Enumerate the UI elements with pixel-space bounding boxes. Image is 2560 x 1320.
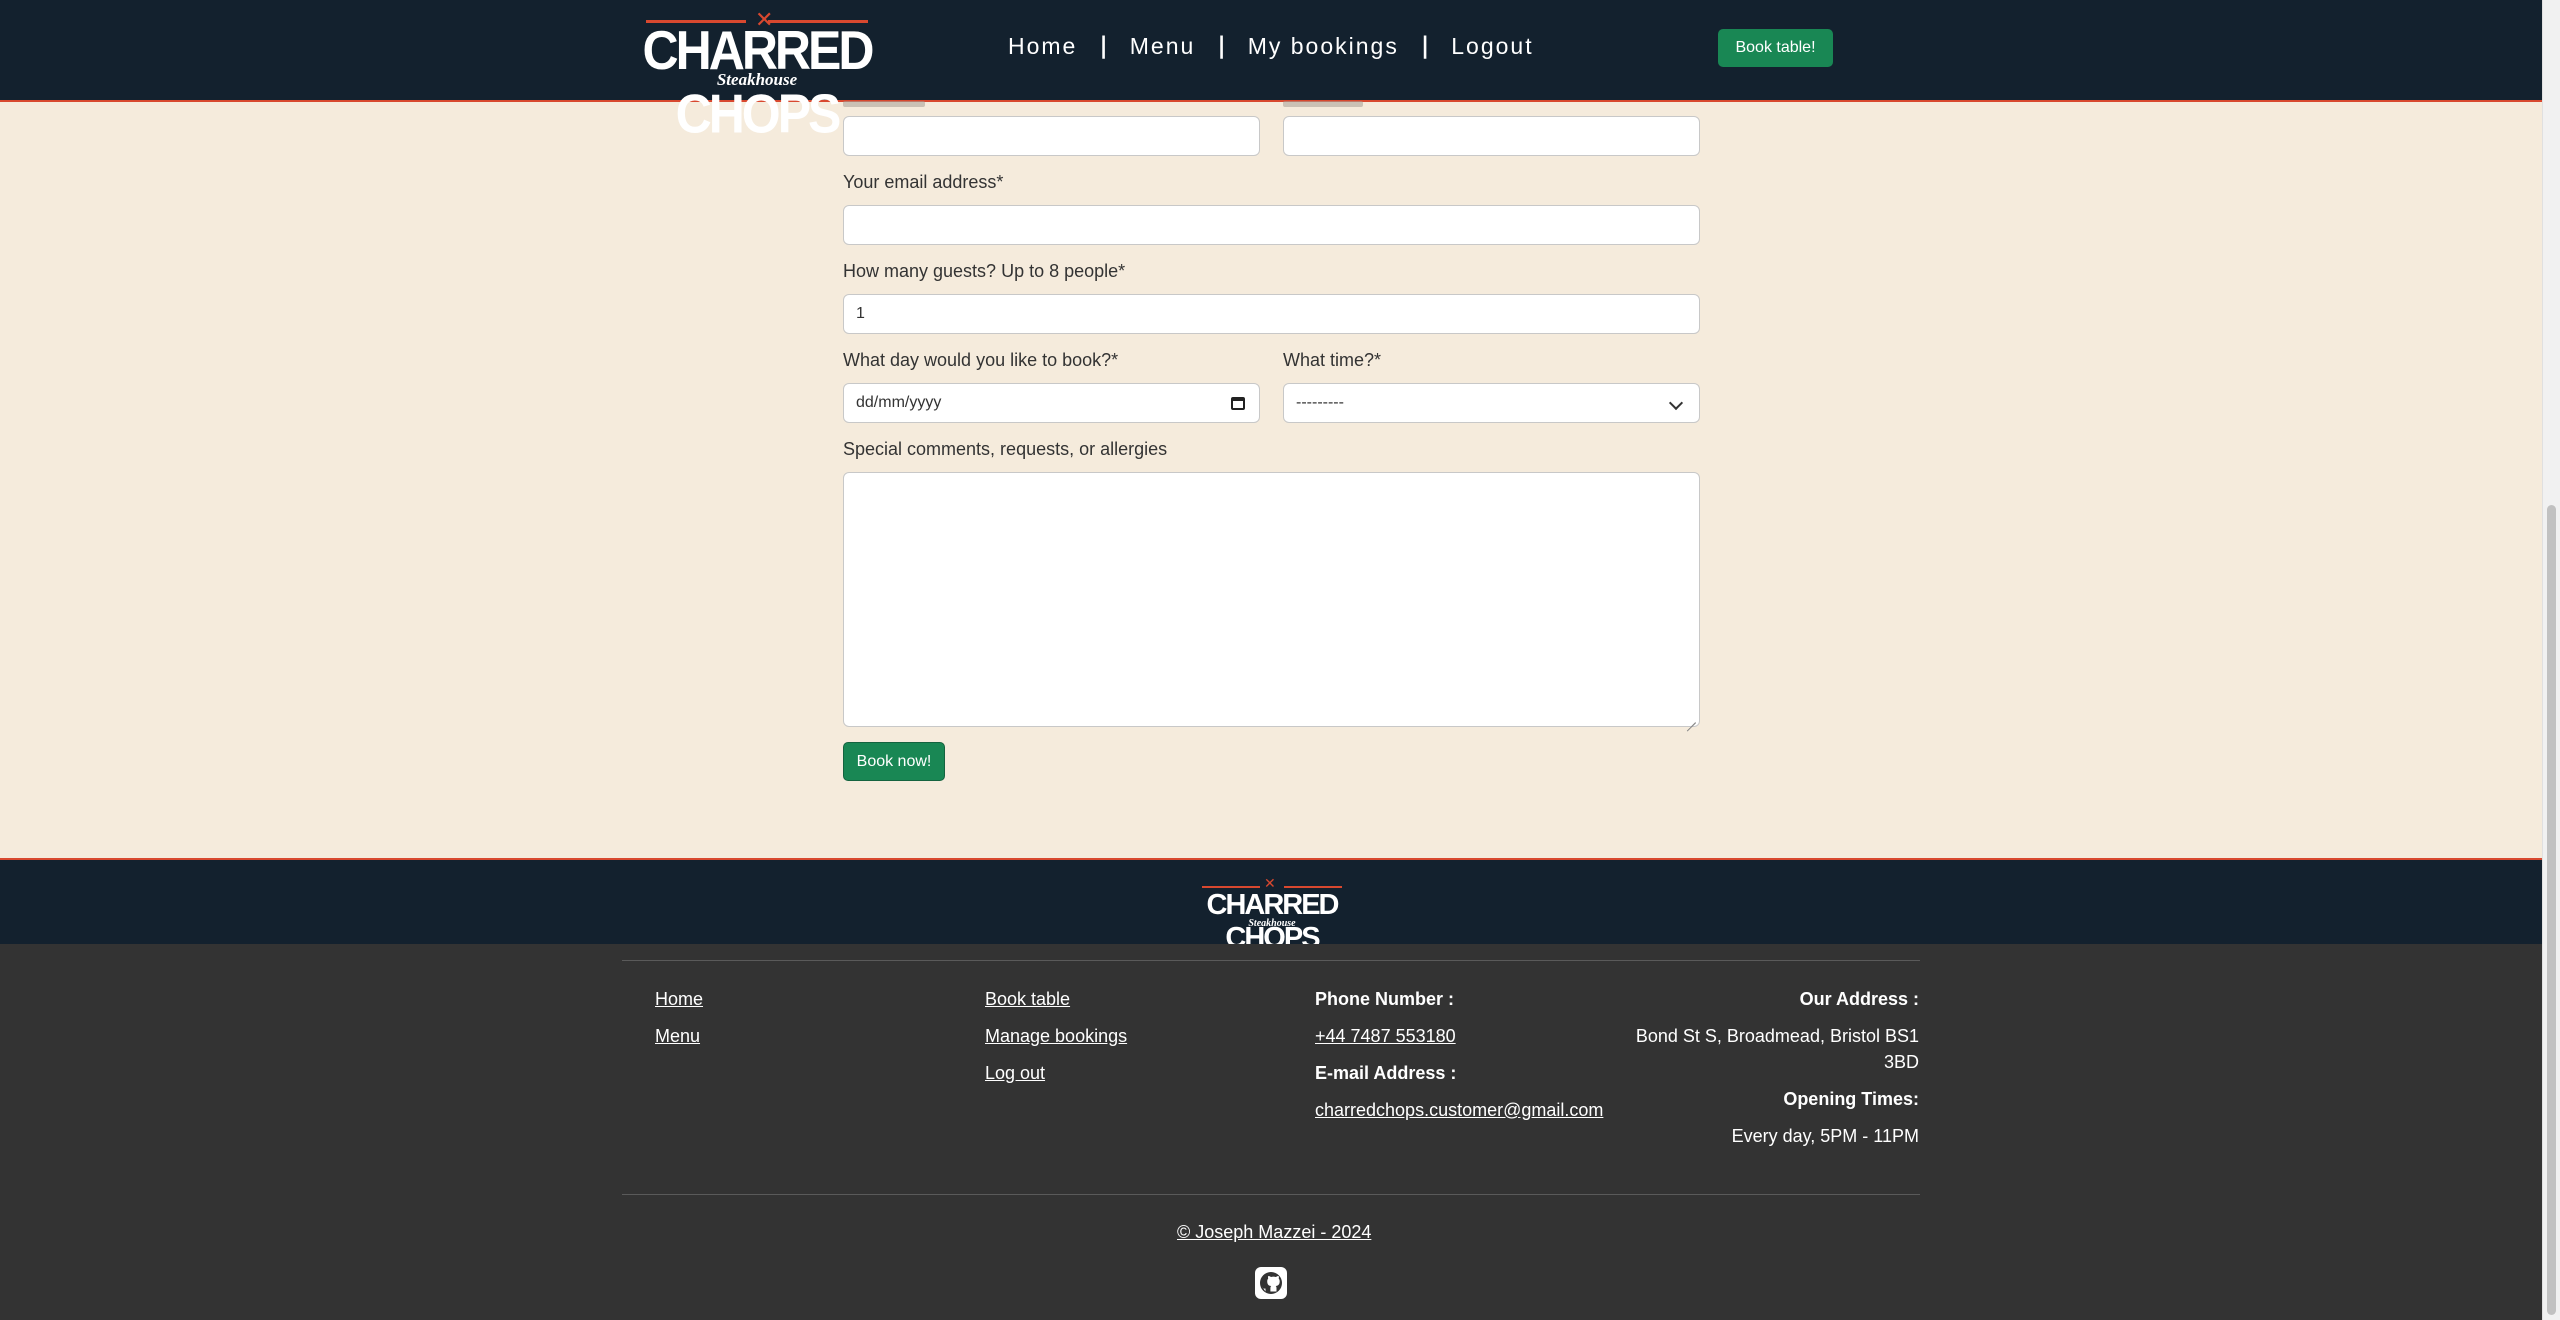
time-select[interactable]: --------- [1283,383,1700,423]
first-name-input[interactable] [843,116,1260,156]
address-line-1: Bond St S, Broadmead, Bristol BS1 [1635,1026,1919,1046]
nav-logout[interactable]: Logout [1451,33,1533,60]
date-placeholder: dd/mm/yyyy [856,394,942,411]
footer-link-log-out[interactable]: Log out [985,1063,1045,1084]
guests-value: 1 [856,305,865,322]
footer-logo-bar: ✕ CHARRED CHOPS Steakhouse [0,858,2543,954]
vertical-scrollbar[interactable] [2542,0,2560,1320]
date-input[interactable]: dd/mm/yyyy [843,383,1260,423]
copyright-link[interactable]: © Joseph Mazzei - 2024 [1177,1222,1371,1243]
footer-logo-subtitle: Steakhouse [1248,918,1296,929]
phone-heading: Phone Number : [1315,989,1455,1009]
book-now-button[interactable]: Book now! [843,742,945,781]
nav-home[interactable]: Home [1008,33,1077,60]
nav-my-bookings[interactable]: My bookings [1248,33,1399,60]
nav-separator: | [1217,33,1226,59]
last-name-label-cutoff [1283,101,1363,107]
hours-text: Every day, 5PM - 11PM [1731,1126,1919,1146]
last-name-input[interactable] [1283,116,1700,156]
footer-link-menu[interactable]: Menu [655,1026,700,1047]
nav-separator: | [1099,33,1108,59]
comments-textarea[interactable] [843,472,1700,727]
chevron-down-icon [1668,395,1684,411]
comments-label: Special comments, requests, or allergies [843,439,1168,459]
footer-link-book-table[interactable]: Book table [985,989,1070,1010]
nav-menu[interactable]: Menu [1130,33,1196,60]
footer-logo: ✕ CHARRED CHOPS Steakhouse [1196,876,1348,954]
nav-separator: | [1420,33,1430,59]
phone-link[interactable]: +44 7487 553180 [1315,1026,1456,1047]
email-label: Your email address* [843,172,1004,192]
guests-input[interactable]: 1 [843,294,1700,334]
scrollbar-thumb[interactable] [2547,505,2556,1315]
site-logo[interactable]: ✕ CHARRED CHOPS Steakhouse [630,6,884,145]
email-input[interactable] [843,205,1700,245]
resize-grip-icon[interactable] [1686,713,1696,723]
navbar: ✕ CHARRED CHOPS Steakhouse Home | Menu |… [0,0,2543,145]
calendar-icon[interactable] [1231,397,1245,410]
address-heading: Our Address : [1799,989,1919,1009]
email-link[interactable]: charredchops.customer@gmail.com [1315,1100,1603,1121]
footer: Home Menu Book table Manage bookings Log… [0,944,2543,1320]
github-icon[interactable] [1255,1267,1287,1299]
time-selected-value: --------- [1296,394,1344,411]
footer-link-manage-bookings[interactable]: Manage bookings [985,1026,1127,1047]
book-table-button[interactable]: Book table! [1718,29,1833,67]
address-line-2: 3BD [1883,1052,1919,1072]
hours-heading: Opening Times: [1783,1089,1919,1109]
date-label: What day would you like to book?* [843,350,1119,370]
guests-label: How many guests? Up to 8 people* [843,261,1126,281]
footer-divider [622,1194,1920,1195]
first-name-label-cutoff [843,101,925,107]
logo-subtitle: Steakhouse [716,70,798,89]
nav-links: Home | Menu | My bookings | Logout [1008,31,1534,61]
time-label: What time?* [1283,350,1382,370]
footer-link-home[interactable]: Home [655,989,703,1010]
email-heading: E-mail Address : [1315,1063,1457,1083]
footer-divider [622,960,1920,961]
